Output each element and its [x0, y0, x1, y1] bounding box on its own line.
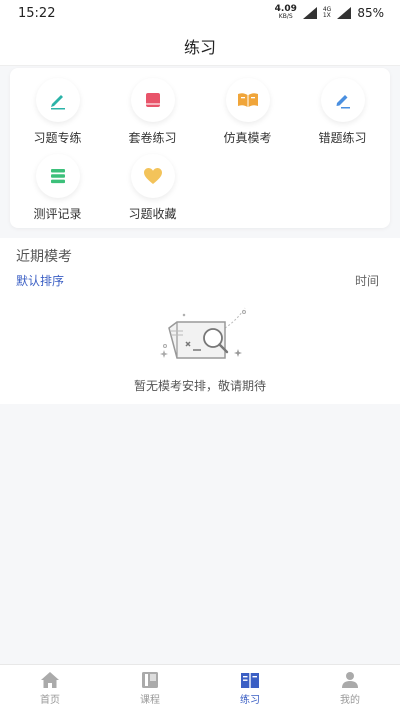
network-speed: 4.09 KB/S	[274, 4, 297, 21]
list-icon	[35, 154, 80, 198]
header: 练习	[0, 26, 400, 66]
profile-icon	[342, 671, 358, 688]
menu-item-assessment-records[interactable]: 测评记录	[10, 154, 105, 224]
sort-default-button[interactable]: 默认排序	[16, 272, 64, 289]
home-icon	[41, 671, 59, 688]
pencil-icon	[35, 78, 80, 122]
sort-time-button[interactable]: 时间	[355, 272, 379, 289]
practice-menu-card: 习题专练 套卷练习 仿真模考 错题练习 测评记录 习题收藏	[10, 68, 390, 228]
network-type: 4G 1X	[322, 6, 332, 19]
cell-signal-icon	[337, 7, 352, 19]
tab-course[interactable]: 课程	[100, 665, 200, 711]
status-bar: 15:22 4.09 KB/S 4G 1X 85%	[0, 0, 400, 26]
wifi-signal-icon	[302, 7, 317, 19]
practice-icon	[241, 672, 259, 688]
recent-exams-section: 近期模考 默认排序 时间 暂无模考安排，敬请期待	[0, 238, 400, 404]
open-book-icon	[225, 78, 270, 122]
empty-state-illustration	[160, 307, 246, 359]
page-title: 练习	[183, 37, 216, 57]
section-title: 近期模考	[16, 249, 72, 265]
menu-item-paper-practice[interactable]: 套卷练习	[105, 78, 200, 148]
bottom-tab-bar: 首页 课程 练习 我的	[0, 664, 400, 711]
menu-item-mock-exam[interactable]: 仿真模考	[200, 78, 295, 148]
edit-icon	[320, 78, 365, 122]
course-icon	[142, 671, 158, 688]
menu-item-wrong-questions[interactable]: 错题练习	[295, 78, 390, 148]
status-time: 15:22	[18, 5, 56, 21]
tab-home[interactable]: 首页	[0, 665, 100, 711]
tab-practice[interactable]: 练习	[200, 665, 300, 711]
battery-level: 85%	[357, 6, 384, 20]
menu-item-favorites[interactable]: 习题收藏	[105, 154, 200, 224]
status-indicators: 4.09 KB/S 4G 1X 85%	[275, 5, 384, 21]
heart-icon	[130, 154, 175, 198]
empty-state-text: 暂无模考安排，敬请期待	[133, 379, 266, 393]
booklet-icon	[130, 78, 175, 122]
menu-item-topic-practice[interactable]: 习题专练	[10, 78, 105, 148]
tab-profile[interactable]: 我的	[300, 665, 400, 711]
